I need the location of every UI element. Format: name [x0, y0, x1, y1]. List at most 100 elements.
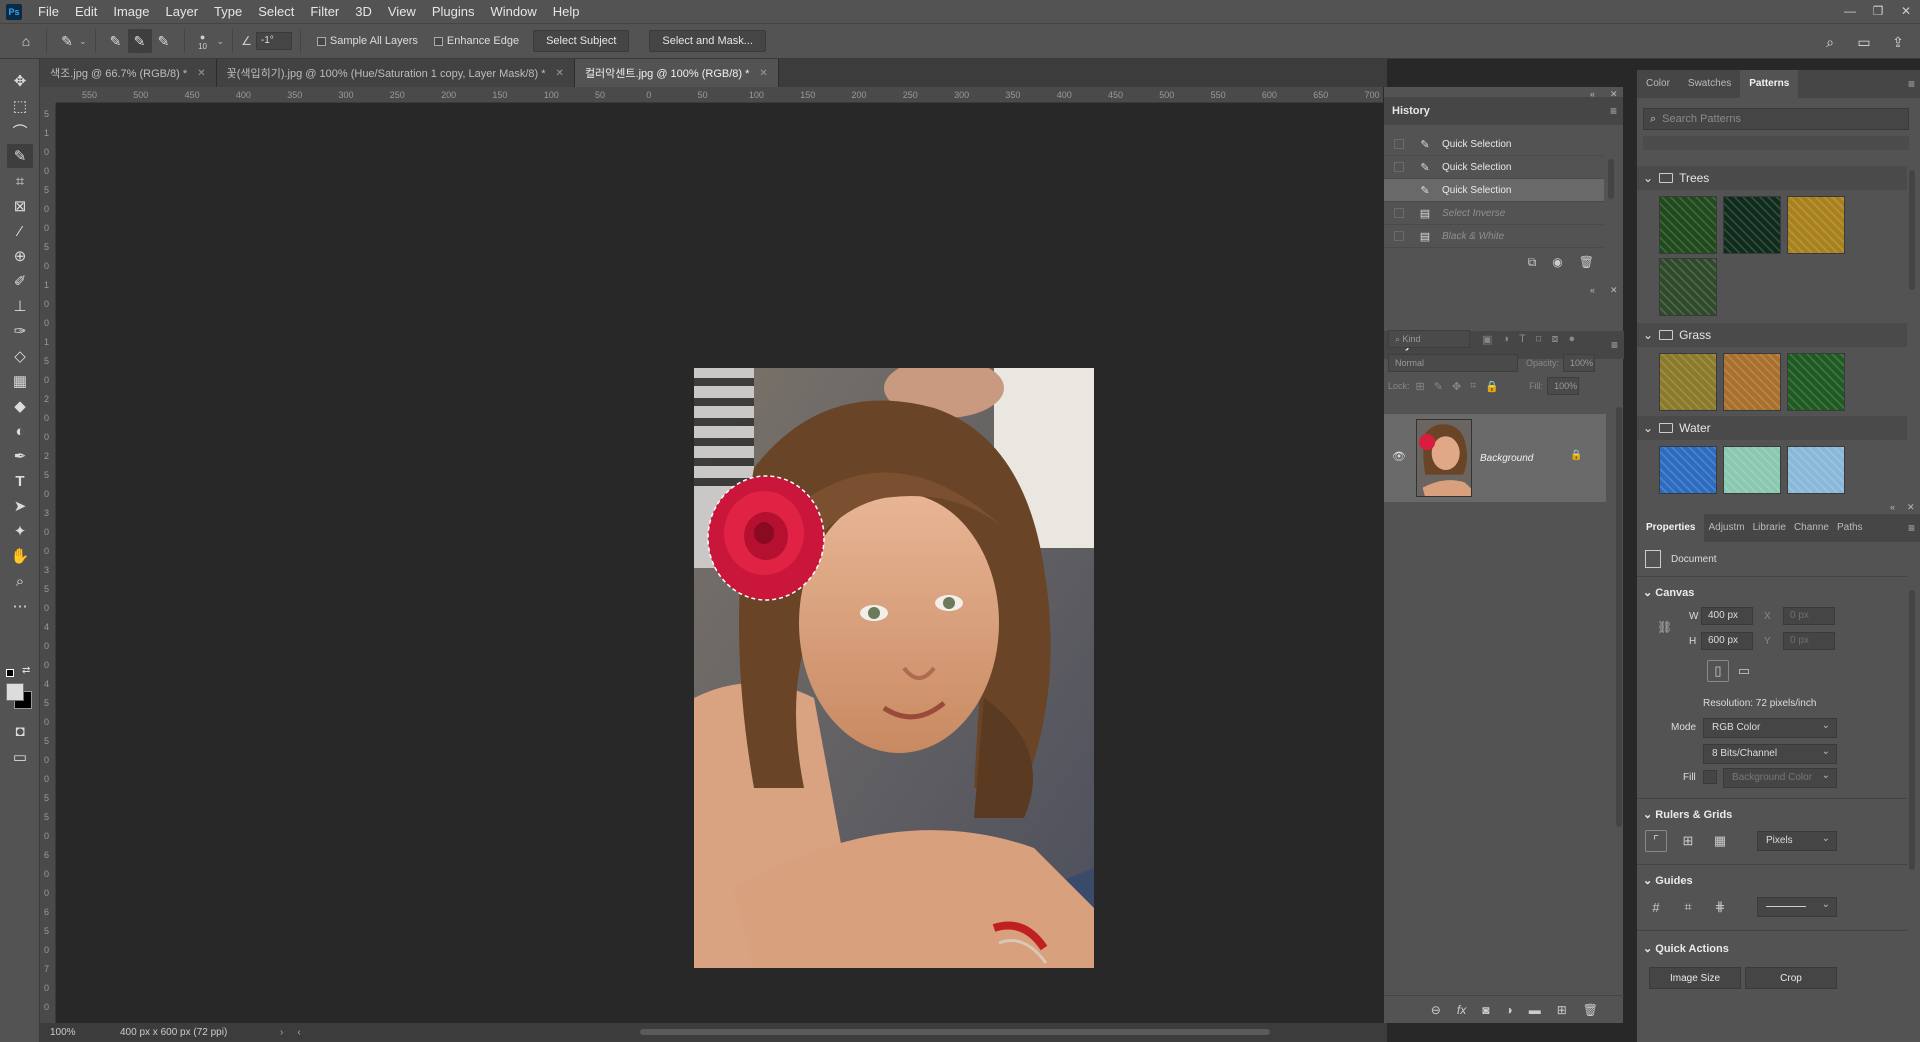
tab-channels[interactable]: Channe — [1790, 514, 1833, 542]
color-mode-select[interactable]: RGB Color — [1703, 717, 1837, 738]
adjustment-layer-icon[interactable]: ◑ — [1505, 1003, 1512, 1017]
height-input[interactable]: 600 px — [1701, 632, 1753, 650]
patterns-scrollbar[interactable] — [1909, 170, 1915, 290]
chevron-down-icon[interactable]: ⌄ — [79, 36, 87, 47]
guides-toggle-icon[interactable]: # — [1645, 896, 1667, 918]
tab-adjustments[interactable]: Adjustm — [1704, 514, 1748, 542]
layer-name[interactable]: Background — [1480, 453, 1533, 464]
new-guide-icon[interactable]: ⌗ — [1677, 896, 1699, 918]
frame-tool-icon[interactable]: ⊠ — [7, 194, 33, 218]
hand-tool-icon[interactable]: ✋ — [7, 544, 33, 568]
add-mask-icon[interactable]: ◙ — [1482, 1003, 1489, 1017]
pattern-swatch-trees-4[interactable] — [1659, 258, 1717, 316]
quick-selection-tool-icon[interactable]: ✎ — [7, 144, 33, 168]
pattern-swatch-water-2[interactable] — [1723, 446, 1781, 494]
menu-image[interactable]: Image — [105, 0, 157, 23]
history-snapshot-checkbox[interactable] — [1394, 185, 1404, 195]
type-tool-icon[interactable]: T — [7, 469, 33, 493]
quick-mask-icon[interactable]: ◘ — [7, 719, 33, 743]
ruler-units-select[interactable]: Pixels — [1757, 830, 1837, 851]
bit-depth-select[interactable]: 8 Bits/Channel — [1703, 743, 1837, 764]
vertical-ruler[interactable]: 5 1 0 0 5 0 0 5 0 1 0 0 1 5 0 2 0 0 2 5 0 3 0 0 3 5 0 4 0 0 4 5 0 5 0 0 5 5 0 6… — [40, 103, 56, 1023]
width-input[interactable]: 400 px — [1701, 607, 1753, 625]
chevron-left-icon[interactable]: ‹ — [297, 1027, 300, 1038]
eyedropper-tool-icon[interactable]: ⁄ — [7, 219, 33, 243]
delete-icon[interactable]: 🗑 — [1579, 255, 1594, 269]
default-colors-icon[interactable] — [6, 669, 14, 677]
history-scrollbar[interactable] — [1608, 159, 1614, 199]
menu-layer[interactable]: Layer — [158, 0, 207, 23]
brush-size-picker[interactable]: ● 10 — [193, 32, 213, 51]
create-snapshot-icon[interactable]: ◉ — [1552, 255, 1562, 269]
menu-window[interactable]: Window — [482, 0, 544, 23]
tab-patterns[interactable]: Patterns — [1740, 70, 1799, 98]
zoom-tool-icon[interactable]: ⌕ — [7, 569, 33, 593]
eye-visibility-icon[interactable]: 👁 — [1392, 450, 1406, 463]
new-guide-layout-icon[interactable]: ⋕ — [1709, 896, 1731, 918]
guide-style-select[interactable] — [1757, 896, 1837, 917]
filter-toggle-icon[interactable]: ● — [1568, 333, 1575, 346]
fill-input[interactable]: 100% — [1547, 377, 1580, 395]
history-snapshot-checkbox[interactable] — [1394, 231, 1404, 241]
history-item[interactable]: ✎ Quick Selection — [1384, 156, 1604, 179]
pattern-swatch-water-3[interactable] — [1787, 446, 1845, 494]
more-tools-icon[interactable]: ⋯ — [7, 594, 33, 618]
menu-file[interactable]: File — [30, 0, 67, 23]
grid-toggle-icon[interactable]: ⊞ — [1677, 830, 1699, 852]
history-item[interactable]: ▤ Black & White — [1384, 225, 1604, 248]
move-tool-icon[interactable]: ✥ — [7, 69, 33, 93]
pattern-swatch-water-1[interactable] — [1659, 446, 1717, 494]
shape-tool-icon[interactable]: ✦ — [7, 519, 33, 543]
close-icon[interactable]: ✕ — [197, 68, 205, 79]
crop-tool-icon[interactable]: ⌗ — [7, 169, 33, 193]
landscape-orientation-icon[interactable]: ▭ — [1733, 660, 1755, 682]
screen-mode-icon[interactable]: ▭ — [7, 745, 33, 769]
panel-menu-icon[interactable]: ≡ — [1610, 104, 1617, 118]
horizontal-scrollbar[interactable] — [640, 1029, 1270, 1035]
history-snapshot-checkbox[interactable] — [1394, 139, 1404, 149]
tab-libraries[interactable]: Librarie — [1749, 514, 1790, 542]
pen-tool-icon[interactable]: ✒ — [7, 444, 33, 468]
pattern-swatch-grass-3[interactable] — [1787, 353, 1845, 411]
clone-stamp-tool-icon[interactable]: ⊥ — [7, 294, 33, 318]
quick-selection-preset-icon[interactable]: ✎ — [55, 29, 79, 53]
pattern-group-water[interactable]: ⌄ Water — [1637, 416, 1907, 440]
pattern-swatch-grass-1[interactable] — [1659, 353, 1717, 411]
menu-filter[interactable]: Filter — [302, 0, 347, 23]
sample-all-layers-checkbox[interactable]: Sample All Layers — [316, 35, 418, 47]
opacity-input[interactable]: 100% — [1563, 354, 1596, 372]
close-icon[interactable]: ✕ — [1907, 502, 1915, 513]
link-layers-icon[interactable]: ⊖ — [1431, 1003, 1441, 1017]
tab-paths[interactable]: Paths — [1833, 514, 1867, 542]
select-and-mask-button[interactable]: Select and Mask... — [649, 30, 766, 52]
new-selection-icon[interactable]: ✎ — [104, 29, 128, 53]
tab-properties[interactable]: Properties — [1637, 514, 1705, 542]
lock-position-icon[interactable]: ✥ — [1452, 380, 1461, 393]
type-filter-icon[interactable]: T — [1519, 333, 1526, 346]
x-input[interactable]: 0 px — [1783, 607, 1835, 625]
canvas-section-title[interactable]: ⌄ Canvas — [1643, 586, 1694, 599]
delete-icon[interactable]: 🗑 — [1583, 1003, 1598, 1017]
select-subject-button[interactable]: Select Subject — [533, 30, 630, 52]
layers-scrollbar[interactable] — [1616, 407, 1622, 827]
tab-color[interactable]: Color — [1637, 70, 1679, 98]
history-item-selected[interactable]: ✎ Quick Selection — [1384, 179, 1604, 202]
close-icon[interactable]: ✕ — [556, 68, 564, 79]
history-item[interactable]: ▤ Select Inverse — [1384, 202, 1604, 225]
panel-menu-icon[interactable]: ≡ — [1908, 521, 1915, 535]
close-icon[interactable]: ✕ — [1892, 0, 1920, 23]
foreground-color-swatch[interactable] — [6, 683, 24, 701]
menu-edit[interactable]: Edit — [67, 0, 105, 23]
collapse-panels-icon[interactable]: « — [1890, 502, 1895, 512]
layer-kind-filter[interactable]: ⌕ Kind — [1388, 330, 1470, 348]
tab-document-2[interactable]: 꽃(색입히기).jpg @ 100% (Hue/Saturation 1 cop… — [216, 59, 575, 87]
y-input[interactable]: 0 px — [1783, 632, 1835, 650]
share-icon[interactable]: ⇪ — [1886, 30, 1910, 54]
zoom-level[interactable]: 100% — [40, 1027, 100, 1038]
angle-input[interactable]: -1° — [255, 32, 292, 50]
enhance-edge-checkbox[interactable]: Enhance Edge — [433, 35, 519, 47]
workspace-icon[interactable]: ▭ — [1852, 30, 1876, 54]
adjustment-filter-icon[interactable]: ◑ — [1502, 333, 1509, 346]
menu-select[interactable]: Select — [250, 0, 302, 23]
pixel-grid-toggle-icon[interactable]: ▦ — [1709, 830, 1731, 852]
